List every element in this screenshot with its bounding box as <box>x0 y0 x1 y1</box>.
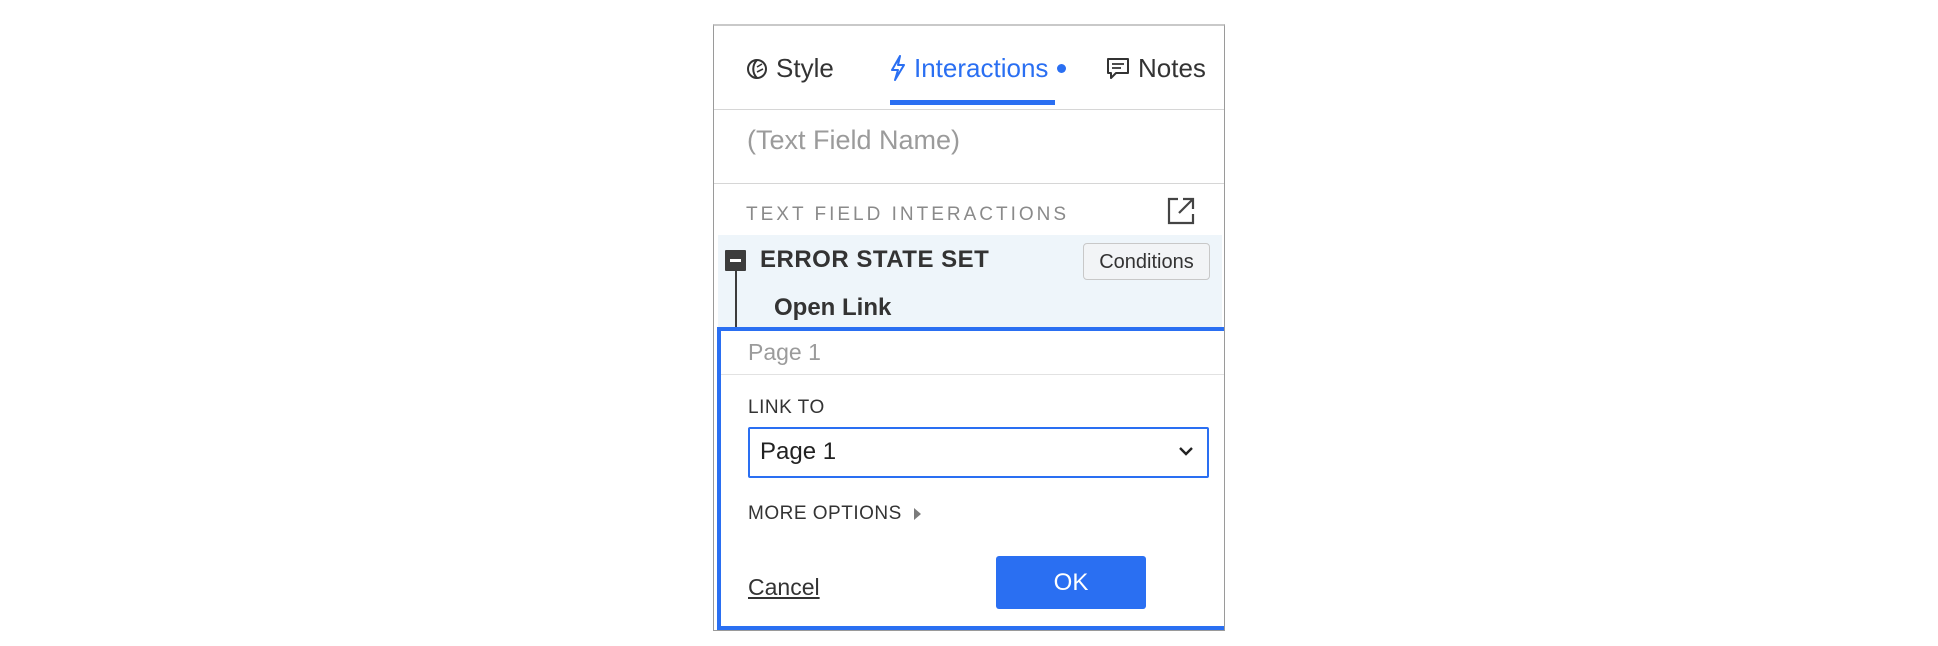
more-options-label: MORE OPTIONS <box>748 503 902 524</box>
tree-connector <box>735 271 737 327</box>
interactions-panel: Style Interactions Notes (Text Field Nam… <box>713 24 1225 631</box>
unsaved-dot-indicator <box>1057 63 1067 73</box>
active-tab-underline <box>890 100 1055 105</box>
style-leaf-icon <box>747 59 767 79</box>
link-to-label: LINK TO <box>748 397 825 418</box>
comment-icon <box>1107 58 1129 79</box>
collapse-minus-icon[interactable] <box>725 250 746 271</box>
tab-notes[interactable]: Notes <box>1106 52 1206 84</box>
more-options-toggle[interactable]: MORE OPTIONS <box>748 503 921 525</box>
link-to-value: Page 1 <box>760 438 837 465</box>
ok-button[interactable]: OK <box>996 556 1146 609</box>
widget-name-field[interactable]: (Text Field Name) <box>714 110 1224 184</box>
event-title: ERROR STATE SET <box>760 246 990 273</box>
caret-right-icon <box>913 508 921 520</box>
tab-style-label: Style <box>776 52 834 83</box>
action-editor: Page 1 LINK TO Page 1 MORE OPTIONS Cance… <box>717 327 1224 630</box>
cancel-link[interactable]: Cancel <box>748 574 820 601</box>
lightning-icon <box>891 55 905 81</box>
tab-notes-label: Notes <box>1138 52 1206 83</box>
open-external-icon[interactable] <box>1166 196 1196 226</box>
tab-interactions-label: Interactions <box>914 52 1049 83</box>
conditions-button[interactable]: Conditions <box>1083 243 1210 280</box>
tab-interactions[interactable]: Interactions <box>890 52 1067 84</box>
target-page-label: Page 1 <box>721 331 1224 375</box>
link-to-select[interactable]: Page 1 <box>748 427 1209 478</box>
chevron-down-icon <box>1179 447 1193 456</box>
tab-bar: Style Interactions Notes <box>714 26 1224 110</box>
tab-style[interactable]: Style <box>746 52 834 84</box>
action-title[interactable]: Open Link <box>774 294 891 322</box>
section-title: TEXT FIELD INTERACTIONS <box>746 204 1070 225</box>
